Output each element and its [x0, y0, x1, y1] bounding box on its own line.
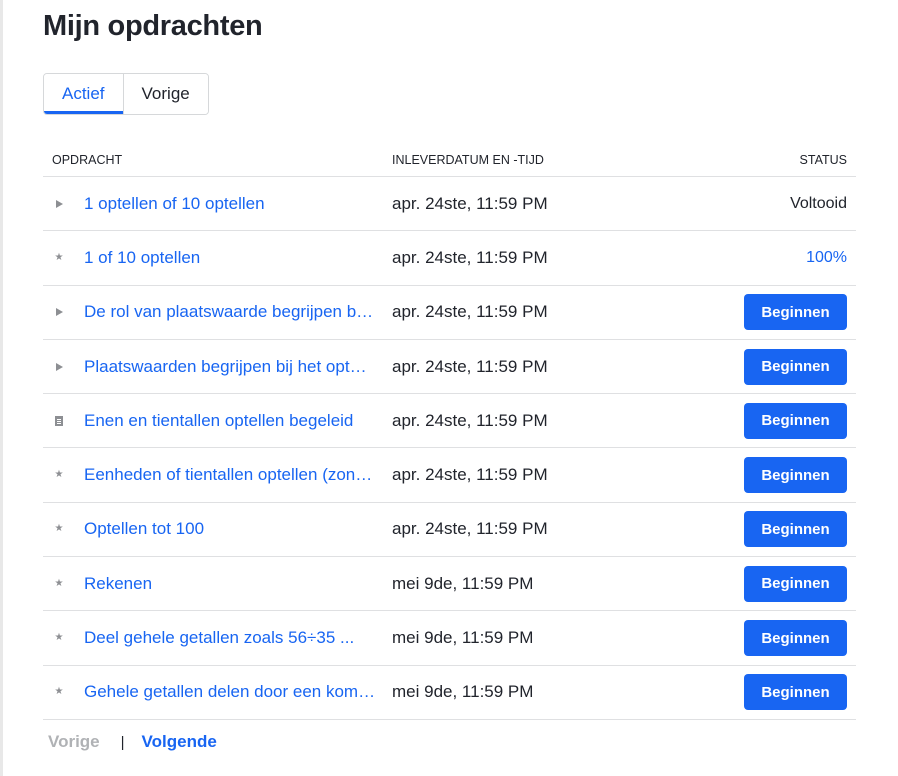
table-row: Enen en tientallen optellen begeleid apr.…	[43, 394, 856, 449]
table-header: OPDRACHT INLEVERDATUM EN -TIJD STATUS	[43, 150, 856, 177]
pagination-separator: |	[120, 733, 125, 751]
star-icon: ★	[54, 469, 64, 481]
assignment-link[interactable]: Plaatswaarden begrijpen bij het optellen	[84, 357, 376, 377]
assignment-link[interactable]: Deel gehele getallen zoals 56÷35 ...	[84, 628, 376, 648]
start-button[interactable]: Beginnen	[744, 674, 847, 711]
due-date: mei 9de, 11:59 PM	[392, 573, 534, 593]
table-row: Plaatswaarden begrijpen bij het optellen…	[43, 340, 856, 395]
assignment-link[interactable]: 1 of 10 optellen	[84, 248, 376, 268]
star-icon: ★	[54, 686, 64, 698]
assignment-link[interactable]: Rekenen	[84, 574, 376, 594]
table-row: 1 optellen of 10 optellen apr. 24ste, 11:…	[43, 177, 856, 232]
column-header-status: STATUS	[799, 153, 847, 167]
column-header-assignment: OPDRACHT	[52, 153, 123, 167]
star-icon: ★	[54, 251, 64, 263]
due-date: mei 9de, 11:59 PM	[392, 628, 534, 648]
table-row: ★ Gehele getallen delen door een kommaget…	[43, 666, 856, 720]
assignment-link[interactable]: Optellen tot 100	[84, 519, 376, 539]
table-row: ★ Optellen tot 100 apr. 24ste, 11:59 PM Beg…	[43, 503, 856, 558]
table-row: De rol van plaatswaarde begrijpen bij he…	[43, 286, 856, 340]
completed-status: Voltooid	[790, 194, 847, 212]
page-title: Mijn opdrachten	[43, 10, 263, 42]
star-icon: ★	[54, 632, 64, 644]
assignment-link[interactable]: Gehele getallen delen door een kommageta…	[84, 682, 376, 702]
due-date: apr. 24ste, 11:59 PM	[392, 302, 548, 322]
table-row: ★ 1 of 10 optellen apr. 24ste, 11:59 PM 100…	[43, 231, 856, 286]
pagination-previous: Vorige	[48, 732, 100, 751]
due-date: apr. 24ste, 11:59 PM	[392, 519, 548, 539]
start-button[interactable]: Beginnen	[744, 620, 847, 657]
due-date: apr. 24ste, 11:59 PM	[392, 247, 548, 267]
column-header-due: INLEVERDATUM EN -TIJD	[392, 153, 544, 167]
due-date: apr. 24ste, 11:59 PM	[392, 410, 548, 430]
assignment-link[interactable]: 1 optellen of 10 optellen	[84, 194, 376, 214]
assignment-link[interactable]: De rol van plaatswaarde begrijpen bij he…	[84, 302, 376, 322]
assignments-table: 1 optellen of 10 optellen apr. 24ste, 11:…	[43, 177, 856, 720]
due-date: mei 9de, 11:59 PM	[392, 682, 534, 702]
tab-bar: Actief Vorige	[43, 73, 209, 115]
start-button[interactable]: Beginnen	[744, 294, 847, 331]
start-button[interactable]: Beginnen	[744, 348, 847, 385]
table-row: ★ Rekenen mei 9de, 11:59 PM Beginnen	[43, 557, 856, 612]
pagination: Vorige | Volgende	[48, 732, 217, 752]
assignment-link[interactable]: Enen en tientallen optellen begeleid	[84, 411, 376, 431]
start-button[interactable]: Beginnen	[744, 565, 847, 602]
due-date: apr. 24ste, 11:59 PM	[392, 193, 548, 213]
start-button[interactable]: Beginnen	[744, 402, 847, 439]
document-icon	[53, 415, 65, 427]
assignment-link[interactable]: Eenheden of tientallen optellen (zonder …	[84, 465, 376, 485]
play-icon	[53, 306, 65, 318]
left-border	[0, 0, 3, 776]
table-row: ★ Eenheden of tientallen optellen (zonder…	[43, 448, 856, 503]
start-button[interactable]: Beginnen	[744, 511, 847, 548]
table-row: ★ Deel gehele getallen zoals 56÷35 ... mei…	[43, 611, 856, 666]
star-icon: ★	[54, 577, 64, 589]
star-icon: ★	[54, 523, 64, 535]
start-button[interactable]: Beginnen	[744, 457, 847, 494]
due-date: apr. 24ste, 11:59 PM	[392, 356, 548, 376]
tab-previous[interactable]: Vorige	[122, 74, 208, 114]
pagination-next[interactable]: Volgende	[142, 732, 217, 752]
score-status[interactable]: 100%	[806, 249, 847, 267]
tab-active[interactable]: Actief	[44, 74, 123, 114]
play-icon	[53, 198, 65, 210]
due-date: apr. 24ste, 11:59 PM	[392, 465, 548, 485]
play-icon	[53, 361, 65, 373]
